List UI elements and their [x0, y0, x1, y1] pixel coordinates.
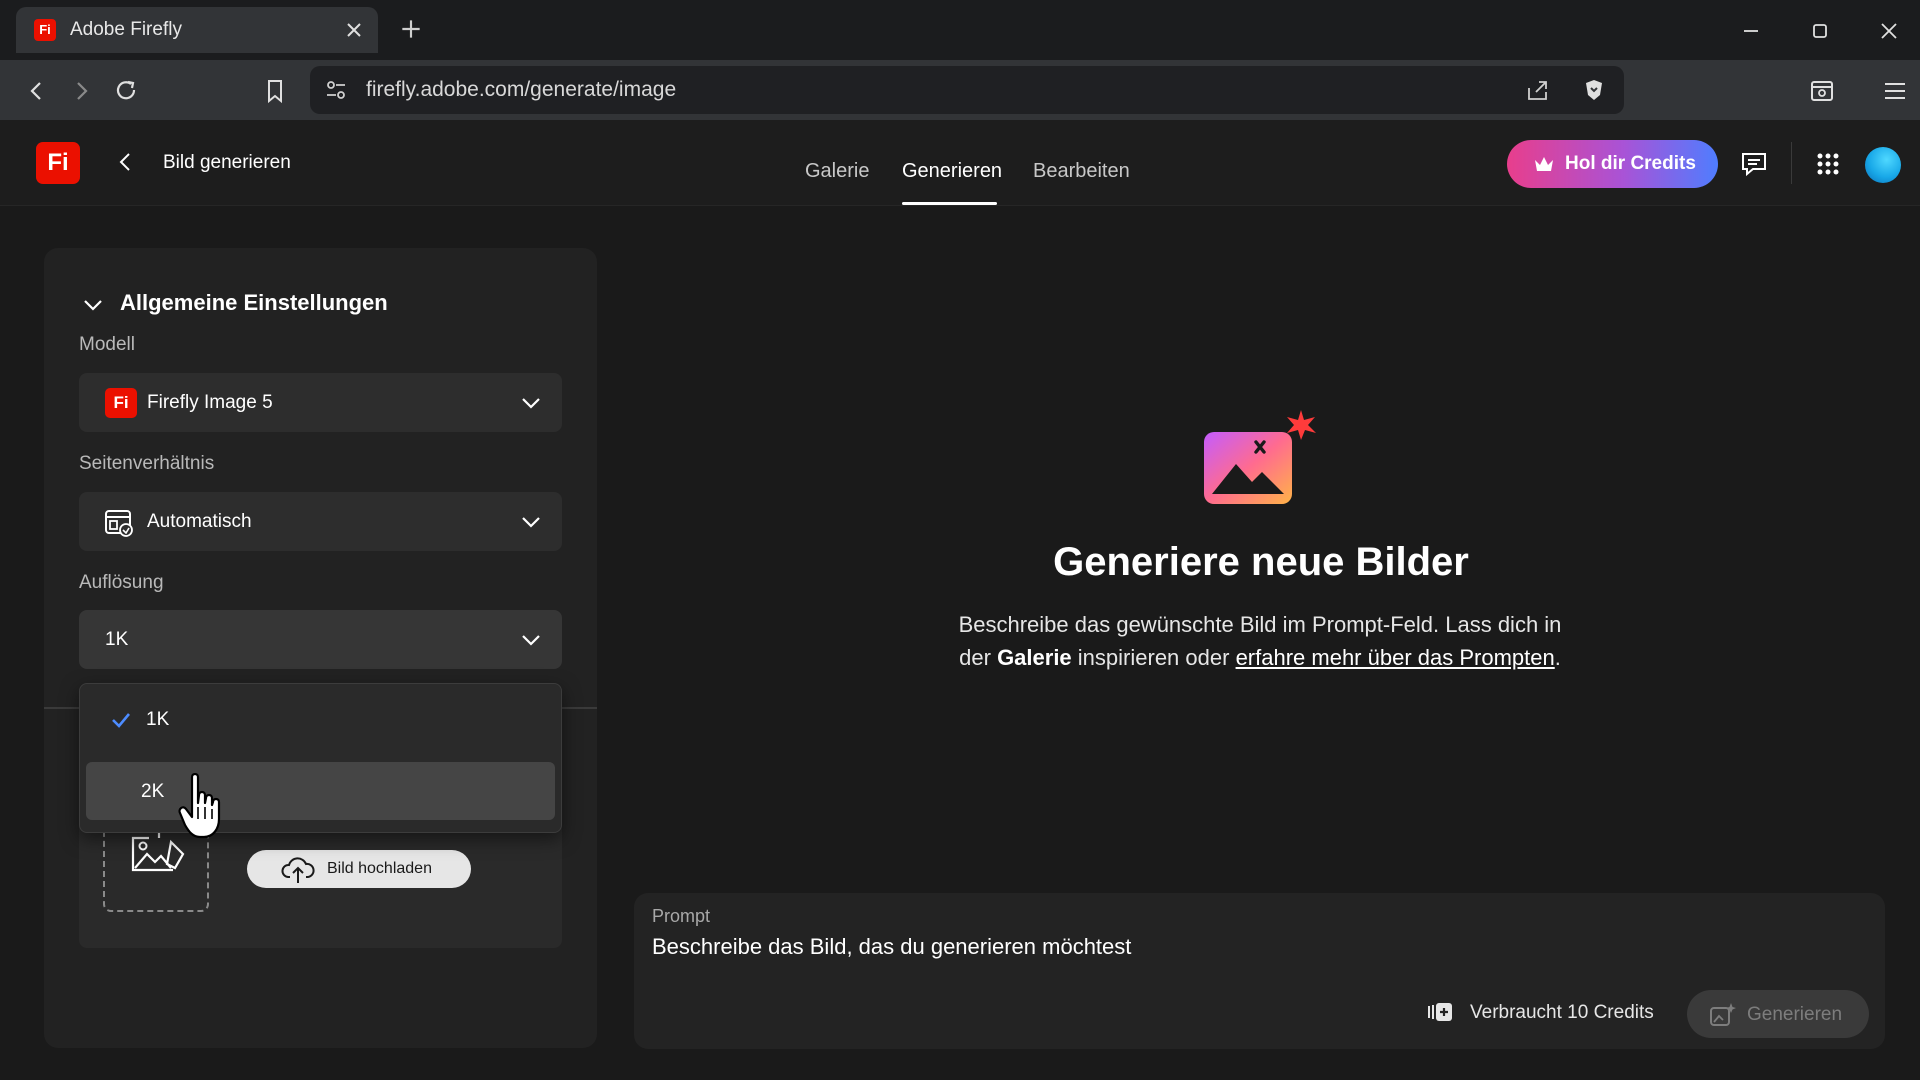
back-arrow-icon[interactable]	[112, 148, 140, 176]
close-window-icon[interactable]	[1874, 16, 1904, 46]
generate-image-hero-icon	[1204, 410, 1316, 504]
cloud-upload-icon	[281, 857, 315, 883]
apps-grid-icon[interactable]	[1812, 148, 1844, 180]
credit-cost-text: Verbraucht 10 Credits	[1470, 1002, 1654, 1023]
model-label: Modell	[79, 334, 135, 355]
tab-generieren[interactable]: Generieren	[902, 160, 1002, 183]
maximize-icon[interactable]	[1805, 16, 1835, 46]
close-tab-icon[interactable]	[342, 18, 366, 42]
credits-icon	[1428, 1003, 1452, 1021]
model-value: Firefly Image 5	[147, 392, 273, 413]
resolution-value: 1K	[105, 629, 129, 650]
back-icon[interactable]	[22, 76, 52, 106]
prompt-input[interactable]: Beschreibe das Bild, das du generieren m…	[652, 934, 1131, 960]
bookmark-icon[interactable]	[260, 76, 290, 106]
address-bar[interactable]: firefly.adobe.com/generate/image	[310, 66, 1624, 114]
app-header: Fi Bild generieren Galerie Generieren Be…	[0, 120, 1920, 206]
option-label: 2K	[141, 781, 165, 802]
section-title: Allgemeine Einstellungen	[120, 290, 388, 315]
resolution-option-1k[interactable]: 1K	[86, 690, 555, 748]
resolution-option-2k[interactable]: 2K	[86, 762, 555, 820]
url-text: firefly.adobe.com/generate/image	[366, 78, 677, 101]
get-credits-button[interactable]: Hol dir Credits	[1507, 140, 1718, 188]
upload-button-label: Bild hochladen	[327, 860, 432, 877]
chevron-down-icon	[84, 300, 102, 311]
generate-button-label: Generieren	[1747, 1004, 1843, 1025]
brave-shield-icon[interactable]	[1580, 76, 1608, 104]
generate-sparkle-icon	[1710, 1003, 1736, 1026]
browser-tabbar: Fi Adobe Firefly	[0, 0, 1920, 60]
option-label: 1K	[146, 709, 170, 730]
firefly-favicon-icon: Fi	[34, 19, 56, 41]
header-divider	[1791, 142, 1792, 184]
description-text-2: inspirieren oder	[1077, 645, 1230, 670]
generate-button[interactable]: Generieren	[1687, 990, 1869, 1038]
model-select[interactable]: Fi Firefly Image 5	[79, 373, 562, 432]
tab-bearbeiten[interactable]: Bearbeiten	[1033, 160, 1130, 183]
tab-title: Adobe Firefly	[70, 19, 182, 40]
upload-image-button[interactable]: Bild hochladen	[247, 850, 471, 888]
firefly-model-icon: Fi	[105, 388, 137, 418]
resolution-dropdown: 1K 2K	[79, 683, 562, 833]
chevron-down-icon	[522, 635, 540, 646]
user-avatar[interactable]	[1865, 147, 1901, 183]
menu-icon[interactable]	[1880, 76, 1910, 106]
hero-description: Beschreibe das gewünschte Bild im Prompt…	[940, 608, 1580, 674]
tab-galerie[interactable]: Galerie	[805, 160, 869, 183]
forward-icon[interactable]	[66, 76, 96, 106]
minimize-icon[interactable]	[1736, 16, 1766, 46]
description-end: .	[1554, 645, 1561, 670]
settings-panel: Allgemeine Einstellungen Modell Fi Firef…	[44, 248, 597, 1048]
firefly-logo[interactable]: Fi	[36, 142, 80, 184]
page-title: Bild generieren	[163, 152, 291, 173]
chevron-down-icon	[522, 398, 540, 409]
checkmark-icon	[112, 713, 130, 728]
feedback-icon[interactable]	[1738, 148, 1770, 180]
prompt-panel: Prompt Beschreibe das Bild, das du gener…	[634, 893, 1885, 1049]
prompt-label: Prompt	[652, 906, 711, 926]
crown-icon	[1535, 157, 1553, 171]
new-tab-icon[interactable]	[398, 16, 424, 42]
prompting-help-link[interactable]: erfahre mehr über das Prompten	[1236, 645, 1555, 670]
active-tab-indicator	[902, 202, 997, 205]
chevron-down-icon	[522, 517, 540, 528]
share-icon[interactable]	[1524, 76, 1552, 104]
aspect-ratio-icon	[105, 510, 133, 537]
resolution-select[interactable]: 1K	[79, 610, 562, 669]
hero-title: Generiere neue Bilder	[1053, 540, 1469, 584]
reader-mode-icon[interactable]	[1807, 76, 1837, 106]
credits-button-label: Hol dir Credits	[1565, 153, 1696, 174]
aspect-ratio-label: Seitenverhältnis	[79, 453, 215, 474]
gallery-link[interactable]: Galerie	[997, 645, 1072, 670]
browser-tab[interactable]: Fi Adobe Firefly	[16, 7, 378, 53]
reload-icon[interactable]	[112, 76, 142, 106]
hand-cursor-icon	[178, 773, 221, 839]
aspect-ratio-value: Automatisch	[147, 511, 252, 532]
site-settings-icon[interactable]	[322, 76, 350, 104]
